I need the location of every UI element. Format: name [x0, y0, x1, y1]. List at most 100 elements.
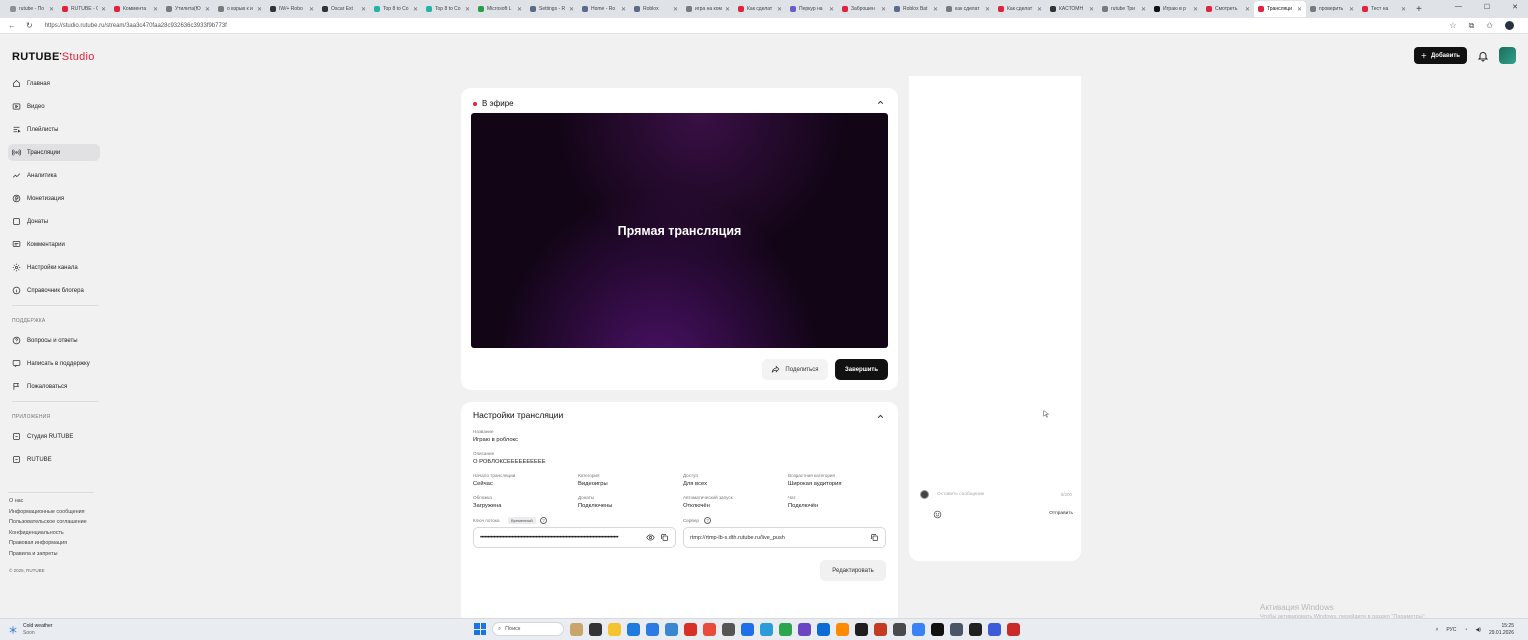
taskbar-app-icon[interactable] — [950, 622, 963, 636]
tab-close-icon[interactable]: ✕ — [49, 6, 54, 13]
tab-close-icon[interactable]: ✕ — [413, 6, 418, 13]
browser-tab[interactable]: игра на ком ✕ — [682, 1, 734, 17]
edit-button[interactable]: Редактировать — [820, 560, 886, 581]
footer-link[interactable]: Правовая информация — [9, 538, 87, 549]
taskbar-app-icon[interactable] — [969, 622, 982, 636]
browser-tab[interactable]: проверить ✕ — [1306, 1, 1358, 17]
clock[interactable]: 15:25 29.01.2026 — [1489, 623, 1514, 636]
taskbar-app-icon[interactable] — [931, 622, 944, 636]
sidebar-item-video[interactable]: Видео — [8, 98, 100, 115]
extensions-icon[interactable]: ⧉ — [1469, 21, 1475, 31]
taskbar-app-icon[interactable] — [665, 622, 678, 636]
taskbar-app-icon[interactable] — [741, 622, 754, 636]
sidebar-item-donate[interactable]: Донаты — [8, 213, 100, 230]
copy-icon[interactable] — [660, 533, 669, 542]
browser-tab[interactable]: Утилита(Ю ✕ — [162, 1, 214, 17]
sidebar-item-playlist[interactable]: Плейлисты — [8, 121, 100, 138]
tab-close-icon[interactable]: ✕ — [1037, 6, 1042, 13]
sidebar-item-app[interactable]: Студия RUTUBE — [8, 428, 100, 445]
footer-link[interactable]: Информационные сообщения — [9, 507, 87, 518]
eye-icon[interactable] — [646, 533, 655, 542]
footer-link[interactable]: Конфиденциальность — [9, 528, 87, 539]
tab-close-icon[interactable]: ✕ — [465, 6, 470, 13]
tab-close-icon[interactable]: ✕ — [205, 6, 210, 13]
chat-input[interactable]: Оставить сообщение — [937, 492, 1061, 497]
browser-tab[interactable]: Тест на ✕ — [1358, 1, 1410, 17]
profile-icon[interactable] — [1505, 21, 1514, 30]
server-field[interactable]: rtmp://rtmp-lb-s.dth.rutube.ru/live_push — [683, 527, 886, 548]
tab-close-icon[interactable]: ✕ — [1297, 6, 1302, 13]
browser-tab[interactable]: о взрыв к и ✕ — [214, 1, 266, 17]
browser-tab[interactable]: Home - Ro ✕ — [578, 1, 630, 17]
sidebar-item-help[interactable]: Вопросы и ответы — [8, 332, 100, 349]
tab-close-icon[interactable]: ✕ — [985, 6, 990, 13]
bookmark-icon[interactable]: ☆ — [1449, 21, 1456, 30]
sidebar-item-chat[interactable]: Написать в поддержку — [8, 355, 100, 372]
tab-close-icon[interactable]: ✕ — [881, 6, 886, 13]
taskbar-app-icon[interactable] — [798, 622, 811, 636]
browser-tab[interactable]: IW/+ Robo ✕ — [266, 1, 318, 17]
taskbar-app-icon[interactable] — [1007, 622, 1020, 636]
chat-send-button[interactable]: Отправить — [1049, 511, 1073, 516]
browser-tab[interactable]: Коммента ✕ — [110, 1, 162, 17]
tab-close-icon[interactable]: ✕ — [621, 6, 626, 13]
browser-tab[interactable]: Перкур на ✕ — [786, 1, 838, 17]
bell-icon[interactable] — [1477, 50, 1489, 62]
sidebar-item-analytics[interactable]: Аналитика — [8, 167, 100, 184]
tab-close-icon[interactable]: ✕ — [1089, 6, 1094, 13]
network-icon[interactable]: ◔ — [1464, 627, 1467, 633]
browser-tab[interactable]: КАСТОМН ✕ — [1046, 1, 1098, 17]
browser-tab[interactable]: Заброшен ✕ — [838, 1, 890, 17]
browser-tab[interactable]: RUTUBE - С ✕ — [58, 1, 110, 17]
tab-close-icon[interactable]: ✕ — [933, 6, 938, 13]
stream-key-field[interactable]: ••••••••••••••••••••••••••••••••••••••••… — [473, 527, 676, 548]
url-field[interactable]: https://studio.rutube.ru/stream/3aa3c470… — [45, 23, 1450, 29]
share-button[interactable]: Поделиться — [762, 359, 828, 380]
sidebar-item-settings[interactable]: Настройки канала — [8, 259, 100, 276]
tab-close-icon[interactable]: ✕ — [517, 6, 522, 13]
chevron-up-icon[interactable]: ˄ — [1435, 627, 1438, 633]
tab-close-icon[interactable]: ✕ — [1193, 6, 1198, 13]
close-icon[interactable]: ✕ — [1512, 3, 1518, 11]
lang-indicator[interactable]: РУС — [1446, 627, 1456, 633]
sidebar-item-broadcast[interactable]: Трансляции — [8, 144, 100, 161]
browser-tab[interactable]: Microsoft L ✕ — [474, 1, 526, 17]
favorites-icon[interactable]: ✩ — [1486, 21, 1493, 30]
question-icon[interactable]: ? — [540, 517, 547, 524]
taskbar-search[interactable]: ⌕ Поиск — [492, 622, 564, 636]
avatar[interactable] — [1499, 47, 1516, 64]
tab-close-icon[interactable]: ✕ — [1349, 6, 1354, 13]
finish-button[interactable]: Завершить — [835, 359, 888, 380]
add-button[interactable]: ＋ Добавить — [1413, 47, 1467, 64]
browser-tab[interactable]: Roblox ✕ — [630, 1, 682, 17]
sidebar-item-home[interactable]: Главная — [8, 75, 100, 92]
tab-close-icon[interactable]: ✕ — [1141, 6, 1146, 13]
browser-tab[interactable]: Трансляци ✕ — [1254, 1, 1306, 17]
taskbar-app-icon[interactable] — [988, 622, 1001, 636]
sidebar-item-app[interactable]: RUTUBE — [8, 451, 100, 468]
browser-tab[interactable]: Oscar Ext ✕ — [318, 1, 370, 17]
taskbar-app-icon[interactable] — [570, 622, 583, 636]
browser-tab[interactable]: Играю в р ✕ — [1150, 1, 1202, 17]
taskbar-app-icon[interactable] — [627, 622, 640, 636]
start-button[interactable] — [474, 623, 486, 635]
tab-close-icon[interactable]: ✕ — [1401, 6, 1406, 13]
maximize-icon[interactable]: ☐ — [1484, 3, 1490, 11]
footer-link[interactable]: О нас — [9, 496, 87, 507]
footer-link[interactable]: Пользовательское соглашение — [9, 517, 87, 528]
taskbar-app-icon[interactable] — [817, 622, 830, 636]
back-icon[interactable]: ← — [8, 21, 16, 30]
sidebar-item-comments[interactable]: Комментарии — [8, 236, 100, 253]
tab-close-icon[interactable]: ✕ — [309, 6, 314, 13]
taskbar-app-icon[interactable] — [874, 622, 887, 636]
browser-tab[interactable]: Top 8 to Co ✕ — [370, 1, 422, 17]
chevron-up-icon[interactable] — [876, 98, 885, 107]
reload-icon[interactable]: ↻ — [26, 21, 33, 30]
chevron-up-icon[interactable] — [876, 412, 885, 421]
taskbar-app-icon[interactable] — [779, 622, 792, 636]
taskbar-app-icon[interactable] — [760, 622, 773, 636]
browser-tab[interactable]: rutube Три ✕ — [1098, 1, 1150, 17]
tab-close-icon[interactable]: ✕ — [361, 6, 366, 13]
browser-tab[interactable]: Смотреть ✕ — [1202, 1, 1254, 17]
tab-close-icon[interactable]: ✕ — [153, 6, 158, 13]
